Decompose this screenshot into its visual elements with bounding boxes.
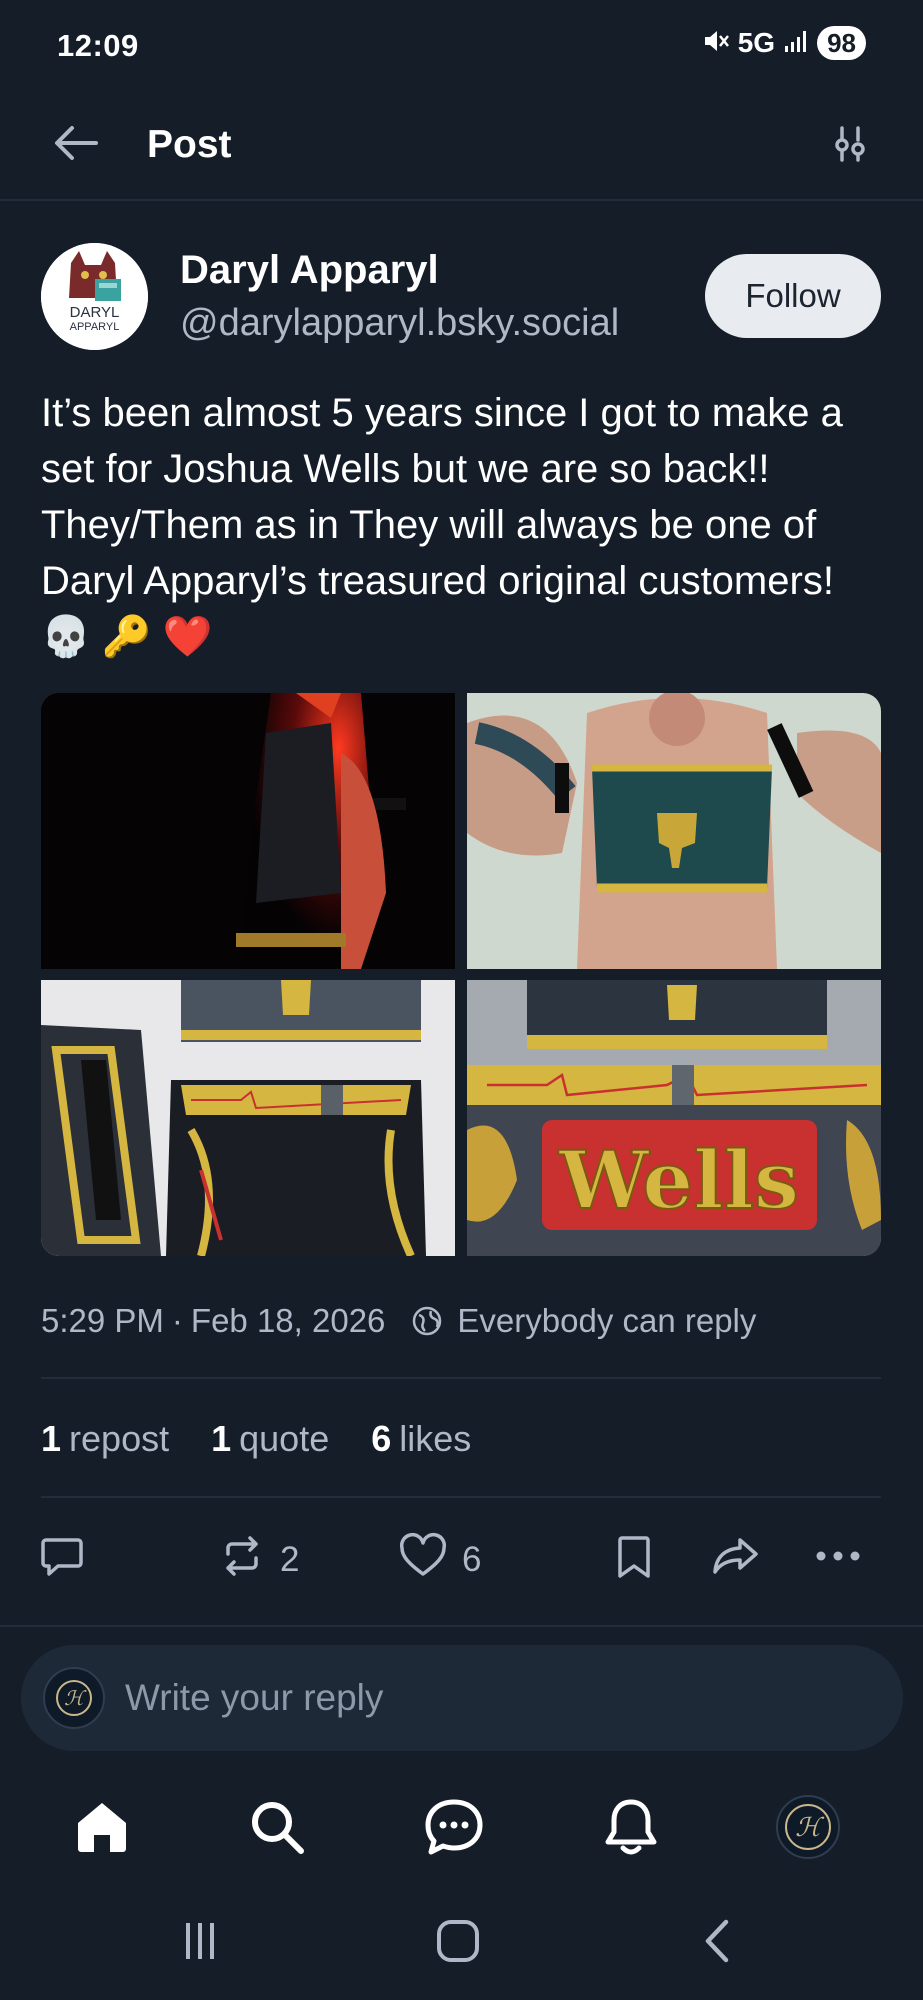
header: Post [0,95,923,201]
avatar-logo-text: DARYL [70,304,120,321]
repost-count: 2 [280,1540,300,1579]
back-button[interactable] [46,115,106,175]
bookmark-icon [612,1532,656,1589]
home-icon [72,1797,132,1862]
bell-icon [601,1796,661,1863]
ellipsis-icon [812,1532,864,1589]
page-title: Post [147,123,232,166]
bottom-nav: ℋ [0,1775,923,1885]
post-image-1[interactable] [41,693,455,969]
recent-apps-button[interactable] [160,1913,240,1973]
divider [41,1496,881,1498]
home-system-button[interactable] [418,1913,498,1973]
likes-count-link[interactable]: 6 likes [371,1418,471,1460]
reposts-label: repost [69,1418,170,1459]
arrow-left-icon [52,123,100,168]
divider [41,1377,881,1379]
profile-avatar: ℋ [775,1794,841,1865]
like-count: 6 [462,1540,482,1579]
nav-notifications[interactable] [591,1789,671,1869]
thread-settings-button[interactable] [817,113,883,179]
author-handle[interactable]: @darylapparyl.bsky.social [180,302,619,345]
status-time: 12:09 [57,28,139,63]
reposts-count-link[interactable]: 1 repost [41,1418,169,1460]
network-label: 5G [737,27,776,58]
heart-icon [398,1532,448,1589]
repost-icon [218,1532,266,1589]
author-name[interactable]: Daryl Apparyl [180,248,439,293]
home-square-icon [435,1918,481,1969]
svg-text:ℋ: ℋ [795,1813,825,1843]
back-system-button[interactable] [678,1913,758,1973]
reply-button[interactable] [38,1520,86,1600]
search-icon [247,1797,307,1862]
post-date: Feb 18, 2026 [190,1302,386,1339]
author-avatar[interactable]: DARYL APPARYL [41,243,148,350]
engagement-counts: 1 repost 1 quote 6 likes [41,1418,471,1460]
comment-icon [38,1532,86,1589]
meta-separator: · [171,1302,183,1339]
post-text: It’s been almost 5 years since I got to … [41,391,843,659]
nav-search[interactable] [237,1789,317,1869]
quotes-count: 1 [211,1418,232,1459]
image-text-wells: Wells [558,1133,799,1227]
post-time: 5:29 PM [41,1302,164,1339]
reply-composer[interactable]: ℋ Write your reply [21,1645,903,1751]
share-arrow-icon [710,1532,762,1589]
quotes-count-link[interactable]: 1 quote [211,1418,329,1460]
chat-bubble-icon [423,1797,485,1862]
likes-count: 6 [371,1418,392,1459]
section-divider [0,1625,923,1627]
repost-button[interactable]: 2 [218,1520,299,1600]
reposts-count: 1 [41,1418,62,1459]
post-image-3[interactable] [41,980,455,1256]
user-avatar: ℋ [43,1667,105,1729]
post-image-2[interactable] [467,693,881,969]
system-nav-bar [0,1885,923,2000]
status-indicators: 5G 98 [702,26,866,60]
like-button[interactable]: 6 [398,1520,481,1600]
signal-icon [783,28,809,59]
avatar-logo-subtext: APPARYL [70,321,120,333]
follow-button[interactable]: Follow [705,254,881,338]
status-bar: 12:09 5G 98 [0,0,923,95]
sliders-icon [830,124,870,169]
post-image-4[interactable]: Wells [467,980,881,1256]
bookmark-button[interactable] [612,1520,656,1600]
recents-icon [178,1919,222,1968]
post-actions: 2 6 [0,1520,923,1600]
share-button[interactable] [710,1520,762,1600]
likes-label: likes [399,1418,472,1459]
nav-profile[interactable]: ℋ [768,1789,848,1869]
reply-placeholder: Write your reply [125,1677,384,1718]
nav-chat[interactable] [414,1789,494,1869]
more-options-button[interactable] [812,1520,864,1600]
quotes-label: quote [239,1418,330,1459]
battery-indicator: 98 [817,26,866,60]
nav-home[interactable] [62,1789,142,1869]
reply-setting[interactable]: Everybody can reply [457,1302,756,1340]
post-meta: 5:29 PM · Feb 18, 2026 Everybody can rep… [41,1302,756,1340]
mute-icon [702,27,730,60]
svg-text:ℋ: ℋ [64,1686,87,1710]
chevron-left-icon [698,1918,738,1969]
earth-icon [411,1305,443,1337]
